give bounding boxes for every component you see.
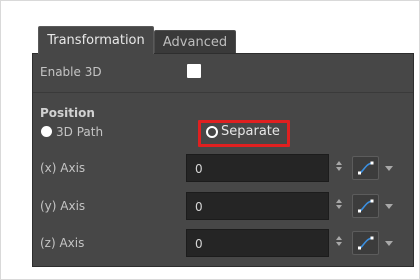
x-axis-menu-arrow-icon[interactable] [385,166,393,171]
y-axis-function-button[interactable] [352,194,379,218]
z-axis-menu-arrow-icon[interactable] [385,241,393,246]
y-axis-field[interactable]: 0 [186,192,329,220]
stepper-down-icon[interactable] [336,242,342,246]
section-divider [33,92,413,93]
z-axis-stepper[interactable] [336,236,343,250]
stepper-up-icon[interactable] [336,199,342,203]
function-curve-icon [358,236,374,250]
y-axis-stepper[interactable] [336,199,343,213]
stepper-down-icon[interactable] [336,167,342,171]
y-axis-label: (y) Axis [40,199,86,213]
stepper-up-icon[interactable] [336,161,342,165]
tab-transformation[interactable]: Transformation [38,26,154,54]
z-axis-field[interactable]: 0 [186,229,329,257]
enable-3d-checkbox[interactable] [187,64,201,78]
function-curve-icon [358,161,374,175]
separate-label[interactable]: Separate [221,125,280,139]
stepper-up-icon[interactable] [336,236,342,240]
x-axis-field[interactable]: 0 [186,154,329,182]
position-heading: Position [40,106,95,120]
enable-3d-label: Enable 3D [40,65,102,79]
3d-path-label[interactable]: 3D Path [56,125,103,139]
stepper-down-icon[interactable] [336,205,342,209]
tab-advanced[interactable]: Advanced [154,30,236,53]
function-curve-icon [358,199,374,213]
z-axis-function-button[interactable] [352,231,379,255]
z-axis-label: (z) Axis [40,236,85,250]
3d-path-radio[interactable] [41,126,52,137]
separate-radio[interactable] [206,126,218,138]
x-axis-function-button[interactable] [352,156,379,180]
y-axis-menu-arrow-icon[interactable] [385,204,393,209]
x-axis-stepper[interactable] [336,161,343,175]
x-axis-label: (x) Axis [40,161,86,175]
